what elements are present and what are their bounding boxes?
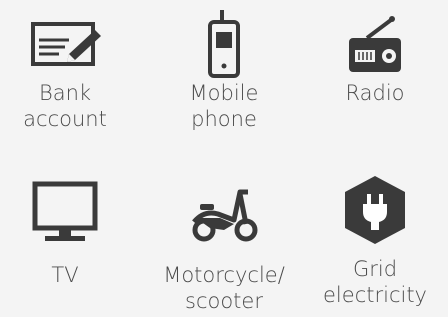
asset-item-grid-electricity: Grid electricity: [300, 172, 448, 308]
tv-monitor-icon: [32, 181, 98, 241]
asset-item-motorcycle-scooter: Motorcycle/ scooter: [149, 178, 299, 314]
asset-item-radio: Radio: [300, 10, 448, 106]
asset-item-mobile-phone: Mobile phone: [149, 8, 299, 132]
asset-label: Grid electricity: [323, 257, 427, 307]
asset-label: Motorcycle/ scooter: [163, 263, 285, 313]
scooter-icon: [192, 189, 258, 242]
cheque-pen-icon: [31, 22, 101, 66]
radio-icon: [349, 16, 401, 72]
asset-icon-grid: Bank account Mobile phone Radio TV Motor…: [0, 0, 448, 317]
asset-label: Bank account: [23, 81, 107, 131]
asset-item-tv: TV: [0, 178, 140, 288]
asset-item-bank-account: Bank account: [0, 10, 140, 132]
asset-label: TV: [51, 263, 79, 287]
plug-hexagon-icon: [345, 176, 405, 244]
asset-label: Mobile phone: [189, 81, 259, 131]
mobile-phone-icon: [208, 10, 240, 78]
asset-label: Radio: [345, 81, 405, 105]
